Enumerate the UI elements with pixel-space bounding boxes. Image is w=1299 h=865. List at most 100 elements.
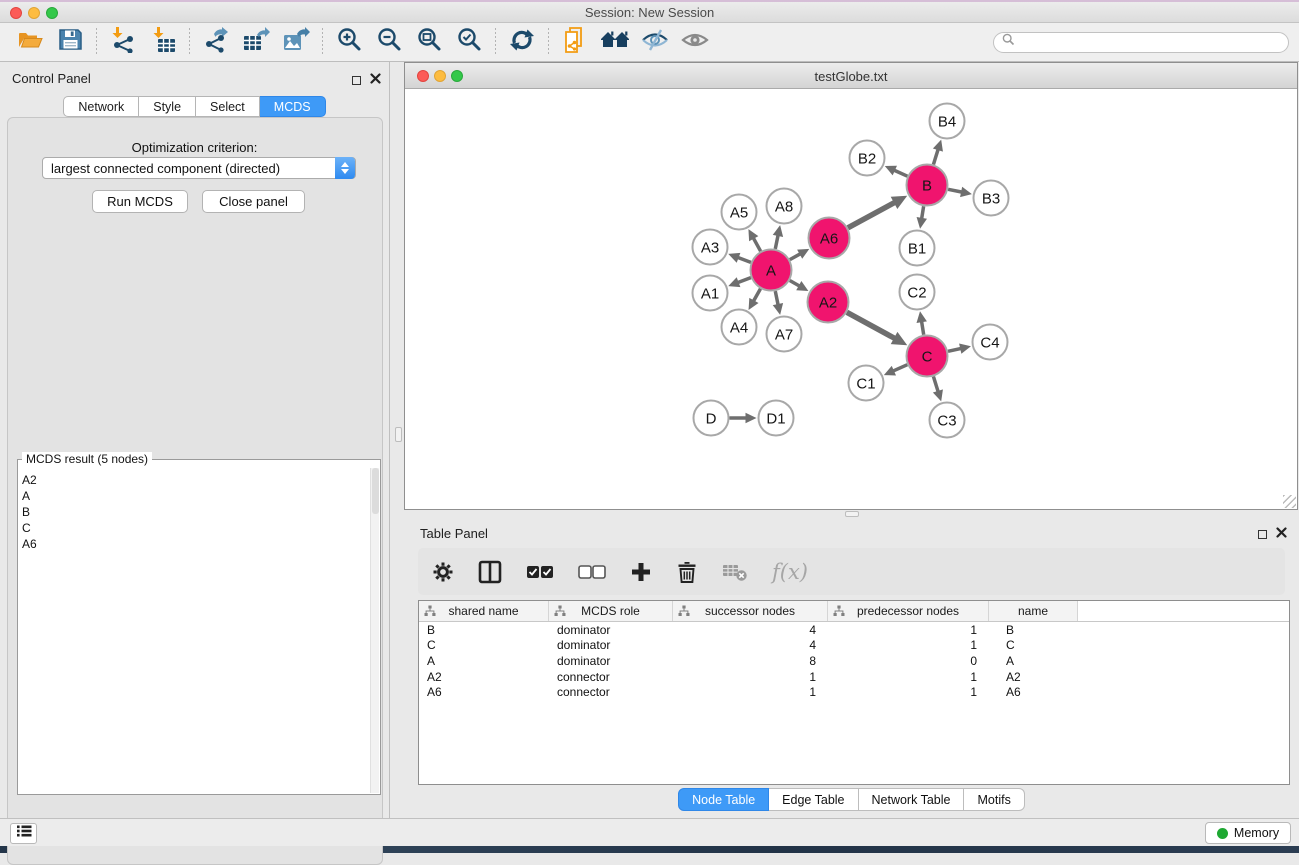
show-all-networks-button[interactable] [595, 26, 635, 58]
graph-edge-A-A6[interactable] [790, 254, 801, 260]
close-panel-icon[interactable] [370, 71, 381, 89]
graph-edge-A-A2[interactable] [790, 281, 800, 287]
close-table-panel-icon[interactable] [1276, 525, 1287, 543]
tab-motifs[interactable]: Motifs [964, 788, 1024, 811]
column-header[interactable]: successor nodes [673, 601, 828, 621]
control-panel: Control Panel NetworkStyleSelectMCDS Opt… [0, 62, 390, 818]
column-header[interactable]: name [989, 601, 1078, 621]
run-mcds-button[interactable]: Run MCDS [92, 190, 188, 213]
zoom-fit-button[interactable] [409, 26, 449, 58]
graph-edge-A-A1[interactable] [738, 278, 751, 283]
split-view-button[interactable] [478, 557, 502, 587]
duplicate-network-button[interactable] [555, 26, 595, 58]
table-row[interactable]: Bdominator41B [419, 622, 1289, 638]
search-input[interactable] [1020, 35, 1280, 49]
vertical-divider-grabber[interactable] [395, 427, 402, 442]
network-window-titlebar[interactable]: testGlobe.txt [405, 63, 1297, 89]
network-graph[interactable]: B4B2BB3A8A5A6A3B1AA1C2A2A4A7C4CC1C3DD1 [405, 90, 1297, 510]
refresh-button[interactable] [502, 26, 542, 58]
tab-network-table[interactable]: Network Table [859, 788, 965, 811]
float-table-panel-icon[interactable] [1258, 530, 1267, 539]
table-row[interactable]: A6connector11A6 [419, 684, 1289, 700]
graph-edge-A-A7[interactable] [775, 291, 778, 305]
app-titlebar: Session: New Session [0, 2, 1299, 23]
deselect-all-button[interactable] [578, 557, 606, 587]
graph-edge-A-A8[interactable] [775, 235, 778, 249]
graph-edge-C-C3[interactable] [933, 377, 938, 392]
close-panel-button[interactable]: Close panel [202, 190, 305, 213]
graph-edge-B-B1[interactable] [922, 206, 924, 219]
graph-node-label: B1 [908, 240, 926, 257]
graph-edge-A2-C[interactable] [847, 312, 895, 338]
graph-edge-B-B2[interactable] [894, 170, 907, 176]
tab-edge-table[interactable]: Edge Table [769, 788, 858, 811]
node-table-header: shared nameMCDS rolesuccessor nodesprede… [419, 601, 1289, 622]
graph-edge-B-B3[interactable] [948, 189, 962, 192]
column-header[interactable]: shared name [419, 601, 549, 621]
import-network-button[interactable] [103, 26, 143, 58]
delete-table-button[interactable] [722, 557, 748, 587]
graph-edge-A-A5[interactable] [753, 238, 760, 251]
zoom-out-button[interactable] [369, 26, 409, 58]
add-column-button[interactable] [630, 557, 652, 587]
export-image-button[interactable] [276, 26, 316, 58]
node-table[interactable]: shared nameMCDS rolesuccessor nodesprede… [418, 600, 1290, 785]
float-panel-icon[interactable] [352, 76, 361, 85]
result-scrollbar[interactable] [370, 468, 379, 793]
memory-status-icon [1217, 828, 1228, 839]
graph-edge-A-A4[interactable] [753, 289, 760, 302]
delete-column-button[interactable] [676, 557, 698, 587]
export-image-icon [282, 26, 310, 58]
edge-arrowhead [746, 413, 757, 424]
export-table-button[interactable] [236, 26, 276, 58]
export-network-button[interactable] [196, 26, 236, 58]
criterion-dropdown[interactable]: largest connected component (directed) [42, 157, 356, 179]
graph-edge-C-C4[interactable] [948, 348, 961, 351]
tab-mcds[interactable]: MCDS [260, 96, 326, 117]
function-builder-button[interactable]: f(x) [772, 557, 808, 587]
table-row[interactable]: Cdominator41C [419, 638, 1289, 654]
search-field[interactable] [993, 32, 1289, 53]
table-row[interactable]: Adominator80A [419, 653, 1289, 669]
table-cell: dominator [549, 623, 673, 637]
graph-node-label: B [922, 177, 932, 194]
memory-button[interactable]: Memory [1205, 822, 1291, 844]
hide-network-button[interactable] [635, 26, 675, 58]
import-table-button[interactable] [143, 26, 183, 58]
graph-edge-B-B4[interactable] [933, 149, 938, 164]
toolbar-separator [322, 28, 323, 56]
toolbar-separator [495, 28, 496, 56]
task-history-button[interactable] [10, 823, 37, 844]
column-header[interactable]: predecessor nodes [828, 601, 989, 621]
graph-edge-C-C1[interactable] [893, 365, 907, 371]
zoom-in-button[interactable] [329, 26, 369, 58]
save-session-button[interactable] [50, 26, 90, 58]
tab-network[interactable]: Network [63, 96, 139, 117]
column-header[interactable]: MCDS role [549, 601, 673, 621]
network-canvas[interactable]: B4B2BB3A8A5A6A3B1AA1C2A2A4A7C4CC1C3DD1 [405, 90, 1297, 509]
graph-edge-A-A3[interactable] [738, 257, 751, 262]
horizontal-divider-grabber[interactable] [845, 511, 859, 517]
table-cell: B [989, 623, 1078, 637]
table-cell: 0 [828, 654, 989, 668]
zoom-selected-button[interactable] [449, 26, 489, 58]
graph-edge-C-C2[interactable] [922, 321, 924, 335]
zoom-in-icon [336, 26, 363, 58]
tab-style[interactable]: Style [139, 96, 196, 117]
graph-edge-A6-B[interactable] [848, 202, 895, 227]
window-resize-grip[interactable] [1283, 495, 1296, 508]
show-network-button[interactable] [675, 26, 715, 58]
select-all-button[interactable] [526, 557, 554, 587]
graph-node-label: A [766, 262, 776, 279]
open-session-button[interactable] [10, 26, 50, 58]
table-cell: dominator [549, 654, 673, 668]
duplicate-network-icon [562, 26, 588, 59]
refresh-icon [509, 27, 535, 58]
table-row[interactable]: A2connector11A2 [419, 669, 1289, 685]
edge-arrowhead [773, 225, 783, 237]
tab-node-table[interactable]: Node Table [678, 788, 769, 811]
table-options-button[interactable] [432, 557, 454, 587]
table-cell: 4 [673, 638, 828, 652]
tab-select[interactable]: Select [196, 96, 260, 117]
table-cell: A2 [419, 670, 549, 684]
